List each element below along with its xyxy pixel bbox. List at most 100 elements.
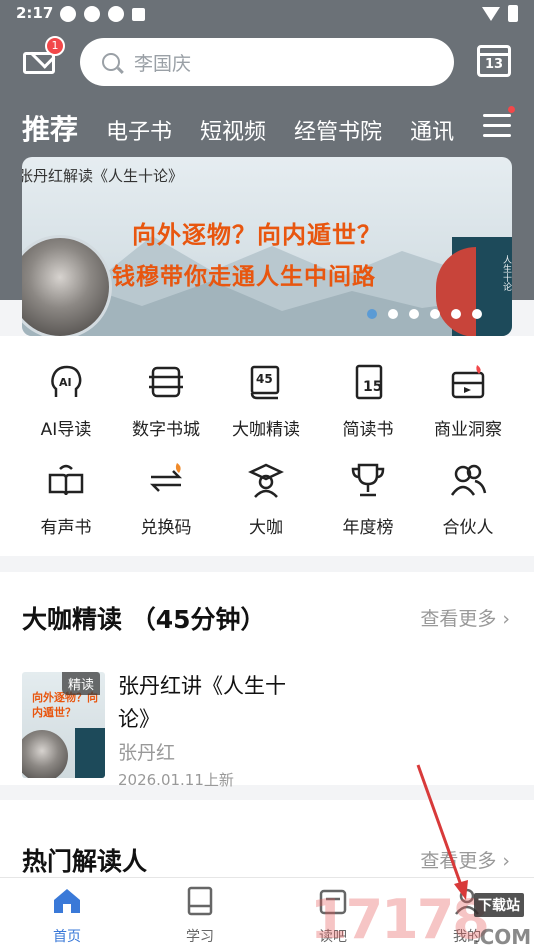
- book-cover-portrait: [22, 730, 68, 778]
- banner-subline: 钱穆带你走通人生中间路: [112, 264, 376, 290]
- watermark-number: 17178: [310, 888, 490, 950]
- book-release-date: 2026.01.11上新: [118, 771, 234, 789]
- carousel-dot[interactable]: [472, 309, 482, 319]
- partners-icon: [450, 464, 487, 496]
- status-bar: 2:17: [0, 0, 534, 28]
- carousel-dot[interactable]: [451, 309, 461, 319]
- book-cover-side: [75, 728, 105, 778]
- promo-banner[interactable]: 张丹红解读《人生十论》 向外逐物？向内遁世？ 钱穆带你走通人生中间路 人生十论: [22, 157, 512, 336]
- notification-icon: [84, 6, 100, 22]
- section-title: 大咖精读 （45分钟）: [22, 605, 266, 634]
- insight-screen-icon: [451, 365, 485, 399]
- view-more-link[interactable]: 查看更多 ›: [420, 604, 510, 631]
- message-button[interactable]: 1: [20, 36, 65, 78]
- menu-line: [483, 114, 511, 117]
- nav-label: 学习: [186, 929, 214, 945]
- mail-icon: [23, 52, 55, 74]
- menu-badge-dot: [508, 106, 515, 113]
- grid-item-ai-guide[interactable]: AI AI导读: [16, 363, 116, 440]
- message-badge: 1: [45, 36, 65, 56]
- svg-text:45: 45: [256, 372, 273, 386]
- 45min-book-icon: 45: [250, 365, 280, 400]
- battery-icon: [508, 5, 518, 22]
- intensive-read-tag: 精读: [62, 672, 101, 695]
- svg-text:AI: AI: [59, 376, 72, 389]
- tab-short-video[interactable]: 短视频: [200, 114, 266, 146]
- book-author: 张丹红: [118, 742, 176, 764]
- exchange-icon: [149, 463, 183, 492]
- home-icon: [54, 889, 80, 913]
- feature-grid: AI AI导读 数字书城 45 大咖精读 15 简读书 商业洞察 有声书 兑换码…: [0, 336, 534, 556]
- grid-item-business-insight[interactable]: 商业洞察: [418, 363, 518, 440]
- menu-button[interactable]: [483, 106, 515, 138]
- section-title: 热门解读人: [22, 847, 148, 876]
- graduate-icon: [248, 463, 284, 498]
- search-bar[interactable]: 李国庆: [80, 38, 454, 86]
- banner-headline: 向外逐物？向内遁世？: [132, 221, 382, 249]
- audio-book-icon: [48, 464, 84, 496]
- notification-icon: [108, 6, 124, 22]
- nav-label: 首页: [53, 929, 81, 945]
- search-icon: [102, 53, 120, 71]
- chevron-right-icon: ›: [502, 850, 510, 872]
- carousel-dot[interactable]: [367, 309, 377, 319]
- notification-icon: [60, 6, 76, 22]
- carousel-dot[interactable]: [409, 309, 419, 319]
- grid-item-label: 大咖: [249, 518, 283, 538]
- nav-study[interactable]: 学习: [160, 886, 240, 946]
- category-tabs: 推荐 电子书 短视频 经管书院 通讯: [22, 108, 462, 148]
- chevron-right-icon: ›: [502, 608, 510, 630]
- grid-item-label: 简读书: [342, 420, 394, 440]
- grid-item-label: 年度榜: [342, 518, 394, 538]
- grid-item-partners[interactable]: 合伙人: [418, 461, 518, 538]
- grid-item-label: 兑换码: [140, 518, 192, 538]
- wifi-icon: [482, 6, 500, 21]
- carousel-dot[interactable]: [430, 309, 440, 319]
- tab-business-academy[interactable]: 经管书院: [294, 114, 382, 146]
- view-more-label: 查看更多: [420, 608, 497, 630]
- banner-caption: 张丹红解读《人生十论》: [22, 167, 184, 185]
- calendar-day: 13: [484, 57, 504, 72]
- nav-home[interactable]: 首页: [27, 886, 107, 946]
- status-time: 2:17: [16, 4, 54, 22]
- grid-item-label: 数字书城: [132, 420, 200, 440]
- notification-icons: [60, 6, 145, 22]
- grid-item-expert-reading[interactable]: 45 大咖精读: [216, 363, 316, 440]
- grid-item-label: 大咖精读: [232, 420, 300, 440]
- view-more-label: 查看更多: [420, 850, 497, 872]
- grid-item-label: AI导读: [40, 420, 92, 440]
- tab-recommend[interactable]: 推荐: [22, 108, 78, 148]
- hot-readers-section: 热门解读人 查看更多 ›: [0, 800, 534, 877]
- tab-communication[interactable]: 通讯: [410, 114, 454, 146]
- ai-head-icon: AI: [51, 365, 82, 397]
- grid-item-label: 合伙人: [442, 518, 494, 538]
- book-title[interactable]: 张丹红讲《人生十论》: [118, 670, 288, 736]
- grid-item-annual-ranking[interactable]: 年度榜: [318, 461, 418, 538]
- book-icon: [187, 886, 213, 916]
- calendar-button[interactable]: 13: [477, 45, 511, 77]
- notification-icon: [132, 8, 145, 21]
- featured-reading-section: 大咖精读 （45分钟） 查看更多 › 向外逐物？向内遁世？ 精读 张丹红讲《人生…: [0, 572, 534, 789]
- book-cover[interactable]: 向外逐物？向内遁世？ 精读: [22, 672, 105, 778]
- grid-item-quick-read[interactable]: 15 简读书: [318, 363, 418, 440]
- grid-item-label: 有声书: [40, 518, 92, 538]
- watermark-tag: 下载站: [474, 893, 524, 917]
- grid-item-audiobook[interactable]: 有声书: [16, 461, 116, 538]
- carousel-dots: [367, 309, 482, 319]
- book-cover-art: 人生十论: [436, 237, 512, 336]
- bookshelf-icon: [149, 366, 183, 398]
- 15min-book-icon: 15: [355, 364, 382, 400]
- carousel-dot[interactable]: [388, 309, 398, 319]
- menu-line: [483, 134, 511, 137]
- search-placeholder: 李国庆: [134, 52, 192, 75]
- menu-line: [483, 124, 511, 127]
- view-more-link[interactable]: 查看更多 ›: [420, 846, 510, 873]
- grid-item-experts[interactable]: 大咖: [216, 461, 316, 538]
- cover-title: 人生十论: [501, 255, 511, 291]
- tab-ebook[interactable]: 电子书: [106, 114, 172, 146]
- trophy-icon: [351, 463, 385, 497]
- watermark-com: .COM: [472, 925, 532, 949]
- grid-item-digital-bookstore[interactable]: 数字书城: [116, 363, 216, 440]
- svg-text:15: 15: [363, 379, 382, 395]
- grid-item-redeem-code[interactable]: 兑换码: [116, 461, 216, 538]
